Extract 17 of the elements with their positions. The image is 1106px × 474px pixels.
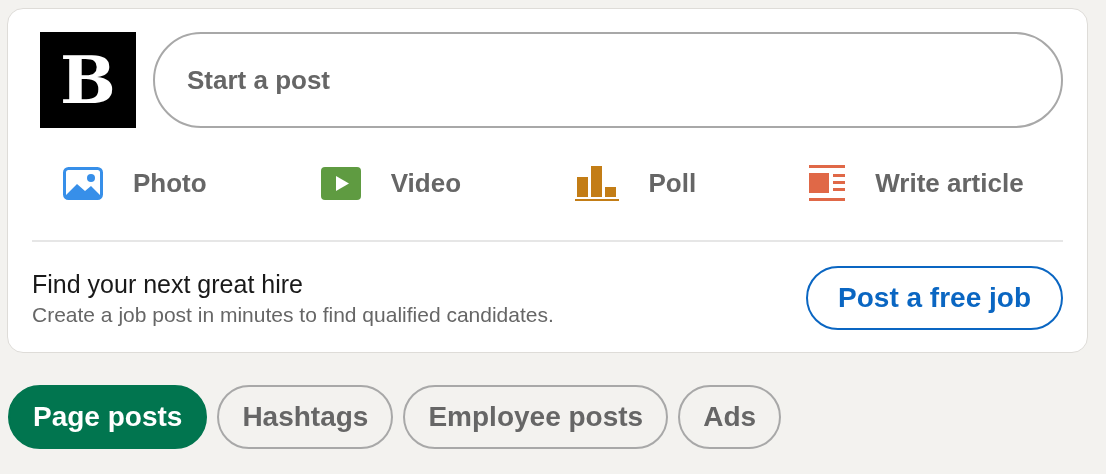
start-post-field[interactable]: Start a post [153, 32, 1063, 128]
article-icon [809, 165, 846, 201]
post-type-button[interactable]: Video [289, 156, 548, 210]
company-logo: B [40, 32, 136, 128]
post-type-button[interactable]: Poll [547, 156, 806, 210]
filter-tab[interactable]: Ads [678, 385, 782, 449]
bar-chart-icon [574, 165, 619, 201]
filter-tab[interactable]: Employee posts [403, 385, 669, 449]
image-icon [63, 166, 103, 200]
hire-title: Find your next great hire [32, 269, 304, 299]
post-type-button[interactable]: Write article [805, 156, 1063, 210]
post-job-button[interactable]: Post a free job [806, 266, 1063, 330]
post-type-button[interactable]: Photo [32, 156, 290, 210]
filter-tab[interactable]: Page posts [8, 385, 208, 449]
filter-tab[interactable]: Hashtags [217, 385, 394, 449]
play-icon [320, 166, 361, 200]
hire-subtitle: Create a job post in minutes to find qualified candidates. [32, 302, 554, 327]
